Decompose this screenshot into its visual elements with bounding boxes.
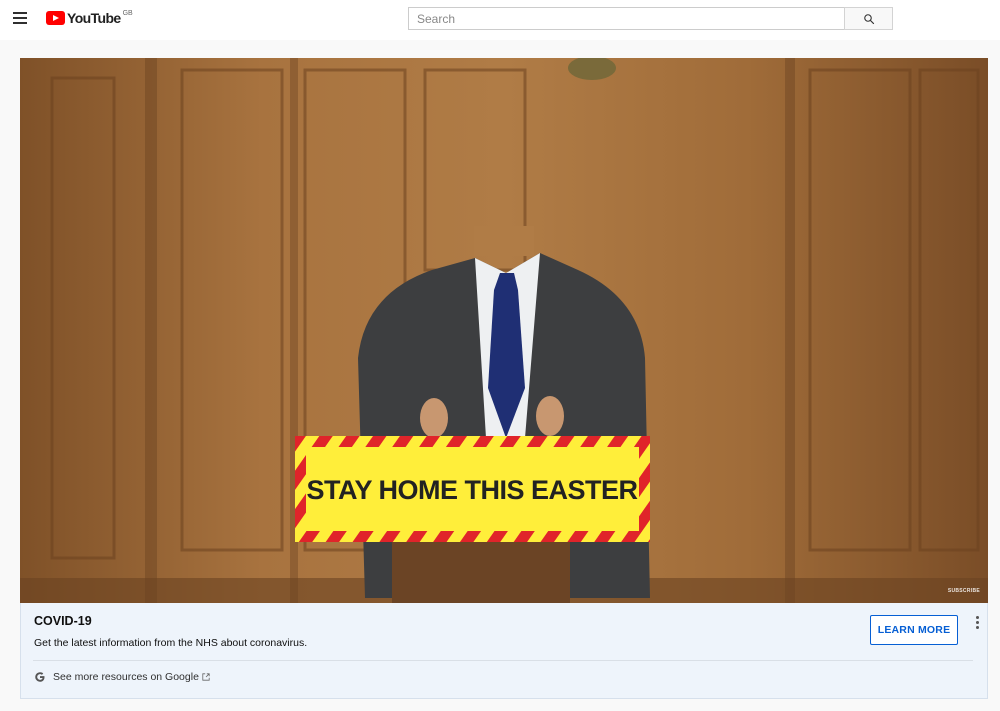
video-player[interactable]: STAY HOME THIS EASTER SUBSCRIBE xyxy=(20,58,988,603)
divider xyxy=(33,660,973,661)
menu-icon[interactable] xyxy=(10,9,30,29)
country-code: GB xyxy=(122,10,133,17)
resources-link-label: See more resources on Google xyxy=(53,671,199,683)
info-panel-description: Get the latest information from the NHS … xyxy=(34,637,308,649)
logo-text: YouTube xyxy=(67,10,121,26)
learn-more-button[interactable]: LEARN MORE xyxy=(870,615,958,645)
external-link-icon xyxy=(202,673,210,681)
google-resources-link[interactable]: See more resources on Google xyxy=(34,671,210,683)
search-bar xyxy=(408,7,893,30)
search-input[interactable] xyxy=(408,7,844,30)
info-panel-title: COVID-19 xyxy=(34,614,92,628)
covid-info-panel: COVID-19 Get the latest information from… xyxy=(20,603,988,699)
kebab-menu-icon[interactable] xyxy=(972,616,982,632)
video-frame: STAY HOME THIS EASTER xyxy=(20,58,988,603)
google-g-icon xyxy=(35,672,45,682)
masthead: YouTube GB xyxy=(0,0,1000,40)
subscribe-watermark[interactable]: SUBSCRIBE xyxy=(948,588,980,594)
youtube-logo-icon xyxy=(46,11,65,25)
youtube-logo[interactable]: YouTube GB xyxy=(46,10,133,30)
search-icon xyxy=(863,13,874,24)
podium-sign-text: STAY HOME THIS EASTER xyxy=(306,475,637,505)
search-button[interactable] xyxy=(844,7,893,30)
